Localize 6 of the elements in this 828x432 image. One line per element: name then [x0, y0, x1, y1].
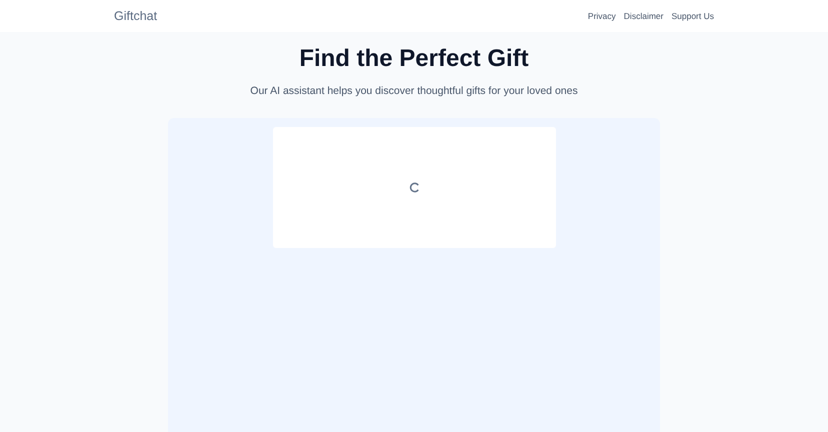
page-title: Find the Perfect Gift [299, 45, 529, 73]
nav-link[interactable]: Support Us [671, 11, 714, 21]
nav-link[interactable]: Disclaimer [624, 11, 664, 21]
page-subtitle: Our AI assistant helps you discover thoughtful gifts for your loved ones [250, 85, 578, 98]
nav-link[interactable]: Privacy [588, 11, 616, 21]
site-logo[interactable]: Giftchat [114, 9, 158, 23]
